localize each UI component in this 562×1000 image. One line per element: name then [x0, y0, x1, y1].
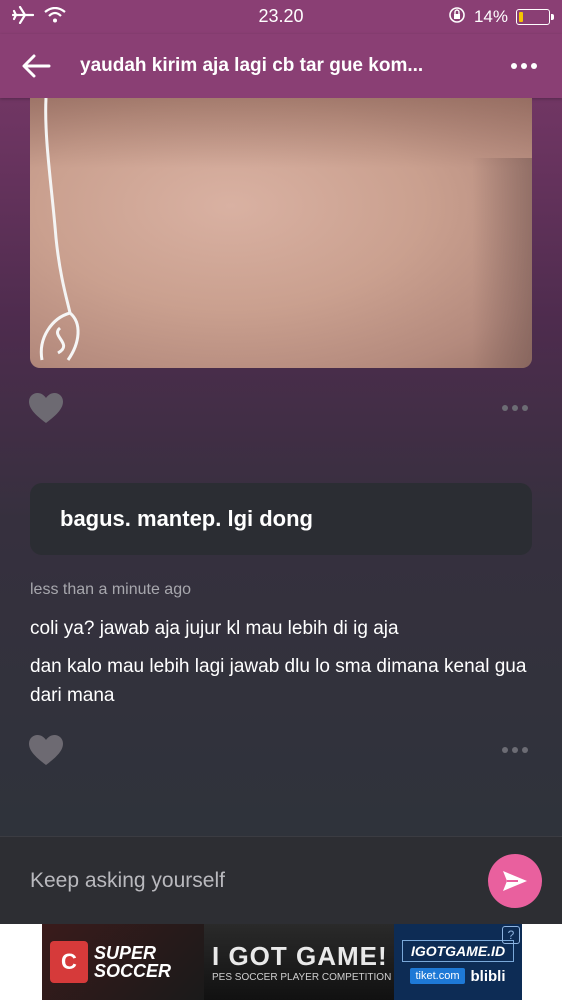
more-dot — [521, 63, 527, 69]
send-button[interactable] — [488, 853, 542, 908]
ad-right-logo: IGOTGAME.ID — [401, 939, 515, 962]
arrow-left-icon — [22, 54, 51, 78]
answer-timestamp: less than a minute ago — [30, 581, 191, 598]
ad-partners: tiket.com blibli — [410, 967, 506, 985]
ad-mid-subtitle: PES SOCCER PLAYER COMPETITION — [212, 972, 392, 983]
message-input[interactable] — [30, 868, 488, 893]
status-bar: 23.20 14% — [0, 0, 562, 34]
more-options-button[interactable] — [502, 46, 546, 86]
like-button[interactable] — [28, 734, 64, 766]
ad-left-panel: C SUPER SOCCER — [42, 924, 204, 1000]
ad-info-button[interactable]: ? — [502, 926, 520, 944]
status-time: 23.20 — [258, 6, 304, 26]
post-options-button[interactable] — [502, 405, 534, 411]
heart-icon — [29, 735, 63, 765]
ad-brand-line: SOCCER — [94, 961, 172, 981]
more-horizontal-icon — [511, 63, 517, 69]
more-horizontal-icon — [502, 747, 508, 753]
answer-line: coli ya? jawab aja jujur kl mau lebih di… — [30, 618, 399, 639]
ad-brand: SUPER SOCCER — [94, 944, 171, 980]
more-horizontal-icon — [502, 405, 508, 411]
super-soccer-logo-icon: C — [50, 941, 88, 983]
answer-reaction-row — [28, 733, 534, 767]
ad-partner-tiket: tiket.com — [410, 968, 465, 984]
question-card: bagus. mantep. lgi dong — [30, 483, 532, 555]
earphone-cable — [39, 98, 80, 361]
ad-brand-line: SUPER — [94, 943, 157, 963]
send-icon — [503, 870, 527, 891]
header: yaudah kirim aja lagi cb tar gue kom... — [0, 34, 562, 98]
ad-mid-panel: I GOT GAME! PES SOCCER PLAYER COMPETITIO… — [204, 924, 394, 1000]
ad-right-panel: IGOTGAME.ID tiket.com blibli ? — [394, 924, 522, 1000]
back-button[interactable] — [16, 46, 56, 86]
battery-icon — [516, 9, 554, 25]
ad-area: C SUPER SOCCER I GOT GAME! PES SOCCER PL… — [0, 924, 562, 1000]
ad-mid-title: I GOT GAME! — [212, 941, 388, 971]
ad-banner[interactable]: C SUPER SOCCER I GOT GAME! PES SOCCER PL… — [42, 924, 522, 1000]
question-text: bagus. mantep. lgi dong — [60, 506, 313, 531]
ad-partner-blibli: blibli — [470, 967, 506, 985]
photo-reaction-row — [28, 391, 534, 425]
message-composer — [0, 836, 562, 924]
more-dot — [512, 405, 518, 411]
heart-icon — [29, 393, 63, 423]
more-dot — [531, 63, 537, 69]
like-button[interactable] — [28, 392, 64, 424]
photo-edge — [472, 158, 532, 368]
more-dot — [522, 747, 528, 753]
shared-photo[interactable] — [30, 98, 532, 368]
answer-options-button[interactable] — [502, 747, 534, 753]
answer-line: dan kalo mau lebih lagi jawab dlu lo sma… — [30, 656, 527, 706]
page-title: yaudah kirim aja lagi cb tar gue kom... — [80, 55, 424, 76]
battery-level — [519, 12, 523, 22]
more-dot — [522, 405, 528, 411]
more-dot — [512, 747, 518, 753]
